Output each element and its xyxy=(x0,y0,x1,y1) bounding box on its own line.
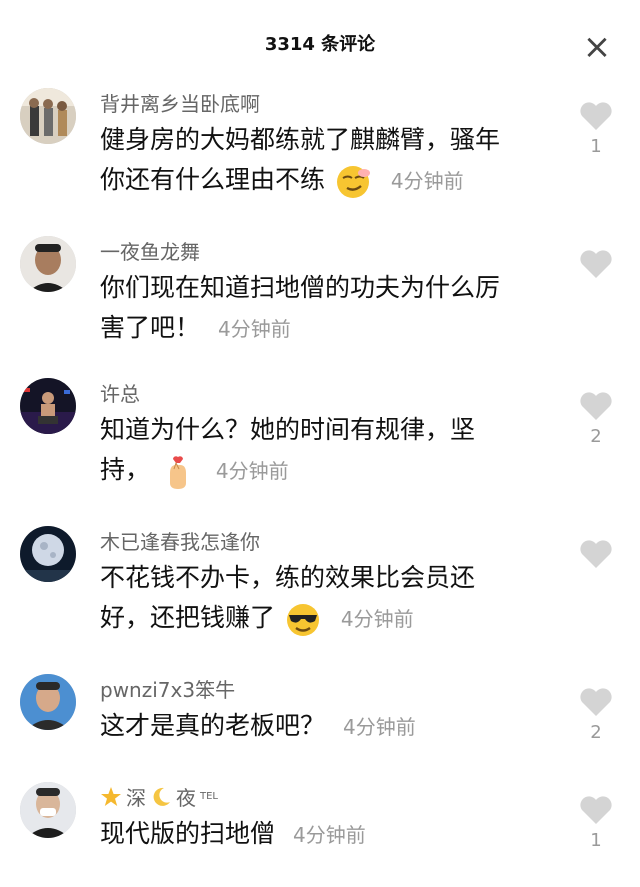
comment-text-segment: 这才是真的老板吧？ xyxy=(100,711,326,740)
comment-text-line: 这才是真的老板吧？ 4分钟前 xyxy=(100,706,540,747)
comment-text-segment: 好，还把钱赚了 xyxy=(100,603,276,632)
comment-text: 不花钱不办卡，练的效果比会员还 好，还把钱赚了 4分钟前 xyxy=(100,558,540,639)
comment-time: 4分钟前 xyxy=(340,607,414,631)
comments-header: 3314 条评论 × xyxy=(0,14,640,74)
like-count xyxy=(578,574,614,596)
comment-username[interactable]: 木已逢春我怎逢你 xyxy=(100,526,260,555)
comment-text-line: 你还有什么理由不练 4分钟前 xyxy=(100,160,540,201)
close-icon[interactable]: × xyxy=(582,30,612,64)
avatar[interactable] xyxy=(20,378,76,434)
heart-icon xyxy=(580,540,612,568)
heart-icon xyxy=(580,250,612,278)
comment-time: 4分钟前 xyxy=(215,459,289,483)
username-part: 深 xyxy=(126,786,146,810)
comment-text-line: 知道为什么？她的时间有规律，坚 xyxy=(100,415,476,444)
like-count xyxy=(578,284,614,306)
moon-icon xyxy=(153,787,170,806)
heart-icon xyxy=(580,796,612,824)
comment-text-segment: 持， xyxy=(100,455,151,484)
comment-text-segment: 害了吧！ xyxy=(100,313,201,342)
username-sup: TEL xyxy=(200,791,218,802)
star-icon xyxy=(101,786,121,806)
like-button[interactable]: 2 xyxy=(578,686,614,744)
comments-title: 3314 条评论 xyxy=(264,34,376,55)
comment-username[interactable]: 许总 xyxy=(100,378,140,407)
sunglasses-emoji-icon xyxy=(286,604,319,636)
comment-time: 4分钟前 xyxy=(292,823,366,847)
comment-text: 健身房的大妈都练就了麒麟臂，骚年 你还有什么理由不练 4分钟前 xyxy=(100,120,540,201)
avatar[interactable] xyxy=(20,674,76,730)
comment-text-line: 健身房的大妈都练就了麒麟臂，骚年 xyxy=(100,125,501,154)
like-button[interactable] xyxy=(578,538,614,596)
like-count: 1 xyxy=(590,830,602,851)
comment-text-line: 不花钱不办卡，练的效果比会员还 xyxy=(100,563,476,592)
comment-text-line: 害了吧！ 4分钟前 xyxy=(100,308,540,349)
avatar[interactable] xyxy=(20,236,76,292)
like-count: 2 xyxy=(590,722,602,743)
heart-icon xyxy=(580,102,612,130)
heart-icon xyxy=(580,392,612,420)
avatar[interactable] xyxy=(20,88,76,144)
comment-text-line: 你们现在知道扫地僧的功夫为什么厉 xyxy=(100,273,501,302)
like-button[interactable]: 2 xyxy=(578,390,614,448)
like-button[interactable]: 1 xyxy=(578,794,614,852)
like-count: 1 xyxy=(590,136,602,157)
comment-text-line: 现代版的扫地僧 4分钟前 xyxy=(100,814,540,855)
finger-heart-emoji-icon xyxy=(169,456,186,489)
comment-text-line: 好，还把钱赚了 4分钟前 xyxy=(100,598,540,639)
comment-time: 4分钟前 xyxy=(390,169,464,193)
username-part: 夜 xyxy=(176,786,196,810)
comment-text: 现代版的扫地僧 4分钟前 xyxy=(100,814,540,855)
avatar[interactable] xyxy=(20,782,76,838)
comment-text-segment: 现代版的扫地僧 xyxy=(100,819,276,848)
comment-text-segment: 你还有什么理由不练 xyxy=(100,165,326,194)
comment-text: 你们现在知道扫地僧的功夫为什么厉 害了吧！ 4分钟前 xyxy=(100,268,540,349)
top-header-strip xyxy=(0,0,640,14)
comment-username[interactable]: 深 夜 TEL xyxy=(100,782,218,811)
like-button[interactable] xyxy=(578,248,614,306)
avatar[interactable] xyxy=(20,526,76,582)
comment-username[interactable]: 一夜鱼龙舞 xyxy=(100,236,200,265)
like-count: 2 xyxy=(590,426,602,447)
comment-text: 这才是真的老板吧？ 4分钟前 xyxy=(100,706,540,747)
smirk-emoji-icon xyxy=(336,166,370,198)
like-button[interactable]: 1 xyxy=(578,100,614,158)
comment-time: 4分钟前 xyxy=(217,317,291,341)
comment-text-line: 持， 4分钟前 xyxy=(100,450,540,491)
comment-username[interactable]: pwnzi7x3笨牛 xyxy=(100,674,235,703)
comment-text: 知道为什么？她的时间有规律，坚 持， 4分钟前 xyxy=(100,410,540,491)
comment-username[interactable]: 背井离乡当卧底啊 xyxy=(100,88,260,117)
comment-time: 4分钟前 xyxy=(342,715,416,739)
heart-icon xyxy=(580,688,612,716)
